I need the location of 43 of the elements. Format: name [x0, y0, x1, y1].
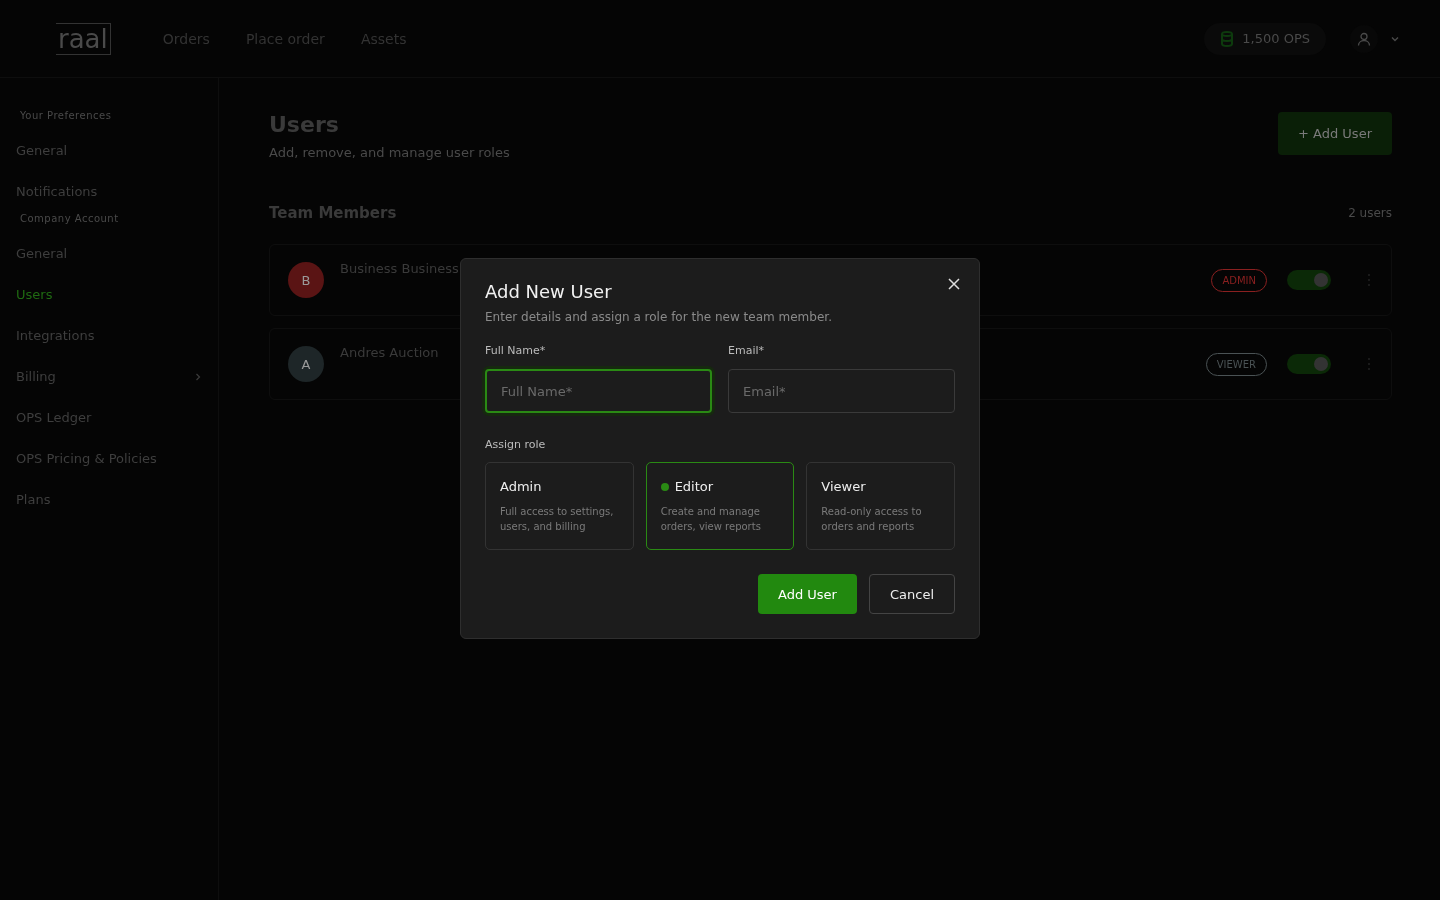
active-toggle[interactable]: [1287, 354, 1331, 374]
sidebar-item[interactable]: Billing: [0, 357, 218, 398]
add-user-button[interactable]: Add User: [758, 574, 857, 614]
logo[interactable]: raal: [56, 22, 111, 55]
role-option[interactable]: Viewer Read-only access to orders and reports: [806, 462, 955, 550]
page-subtitle: Add, remove, and manage user roles: [269, 145, 510, 160]
field-label: Full Name*: [485, 344, 547, 357]
user-count: 2 users: [1348, 206, 1392, 220]
input-field[interactable]: Email*: [728, 369, 955, 413]
user-icon: [1357, 31, 1371, 46]
section-heading: Your Preferences: [19, 110, 113, 121]
avatar: B: [288, 262, 324, 298]
dialog-subtitle: Enter details and assign a role for the new team member.: [485, 310, 833, 324]
role-name: Viewer: [821, 479, 866, 494]
input-field[interactable]: Full Name*: [485, 369, 712, 413]
field-label: Assign role: [485, 438, 546, 451]
sidebar-item[interactable]: OPS Ledger: [0, 398, 218, 439]
role-description: Read-only access to orders and reports: [821, 505, 923, 534]
field-label: Email*: [728, 344, 766, 357]
sidebar-item[interactable]: Notifications: [0, 172, 218, 213]
active-toggle[interactable]: [1287, 270, 1331, 290]
sidebar-item[interactable]: Plans: [0, 480, 218, 521]
sidebar-item[interactable]: OPS Pricing & Policies: [0, 439, 218, 480]
role-name: Admin: [500, 479, 542, 494]
avatar: A: [288, 346, 324, 382]
credits-amount: 1,500 OPS: [1242, 31, 1310, 46]
credits-pill[interactable]: 1,500 OPS: [1204, 22, 1326, 55]
sidebar-item[interactable]: General: [0, 131, 218, 172]
add-user-button[interactable]: + Add User: [1278, 112, 1392, 155]
section-heading: Company Account: [19, 213, 120, 224]
role-option[interactable]: Admin Full access to settings, users, and billing: [485, 462, 634, 550]
role-description: Create and manage orders, view reports: [660, 505, 762, 534]
dialog-title: Add New User: [485, 281, 613, 302]
coins-icon: [1220, 30, 1235, 47]
cancel-button[interactable]: Cancel: [868, 574, 955, 614]
selected-dot: [660, 482, 669, 491]
sidebar-item[interactable]: Integrations: [0, 316, 218, 357]
close-icon[interactable]: [948, 278, 960, 290]
role-name: Editor: [674, 479, 714, 494]
role-option[interactable]: Editor Create and manage orders, view reports: [645, 462, 795, 550]
sidebar-item[interactable]: General: [0, 234, 218, 275]
sidebar-item[interactable]: Users: [0, 275, 218, 316]
role-description: Full access to settings, users, and billing: [500, 505, 615, 534]
